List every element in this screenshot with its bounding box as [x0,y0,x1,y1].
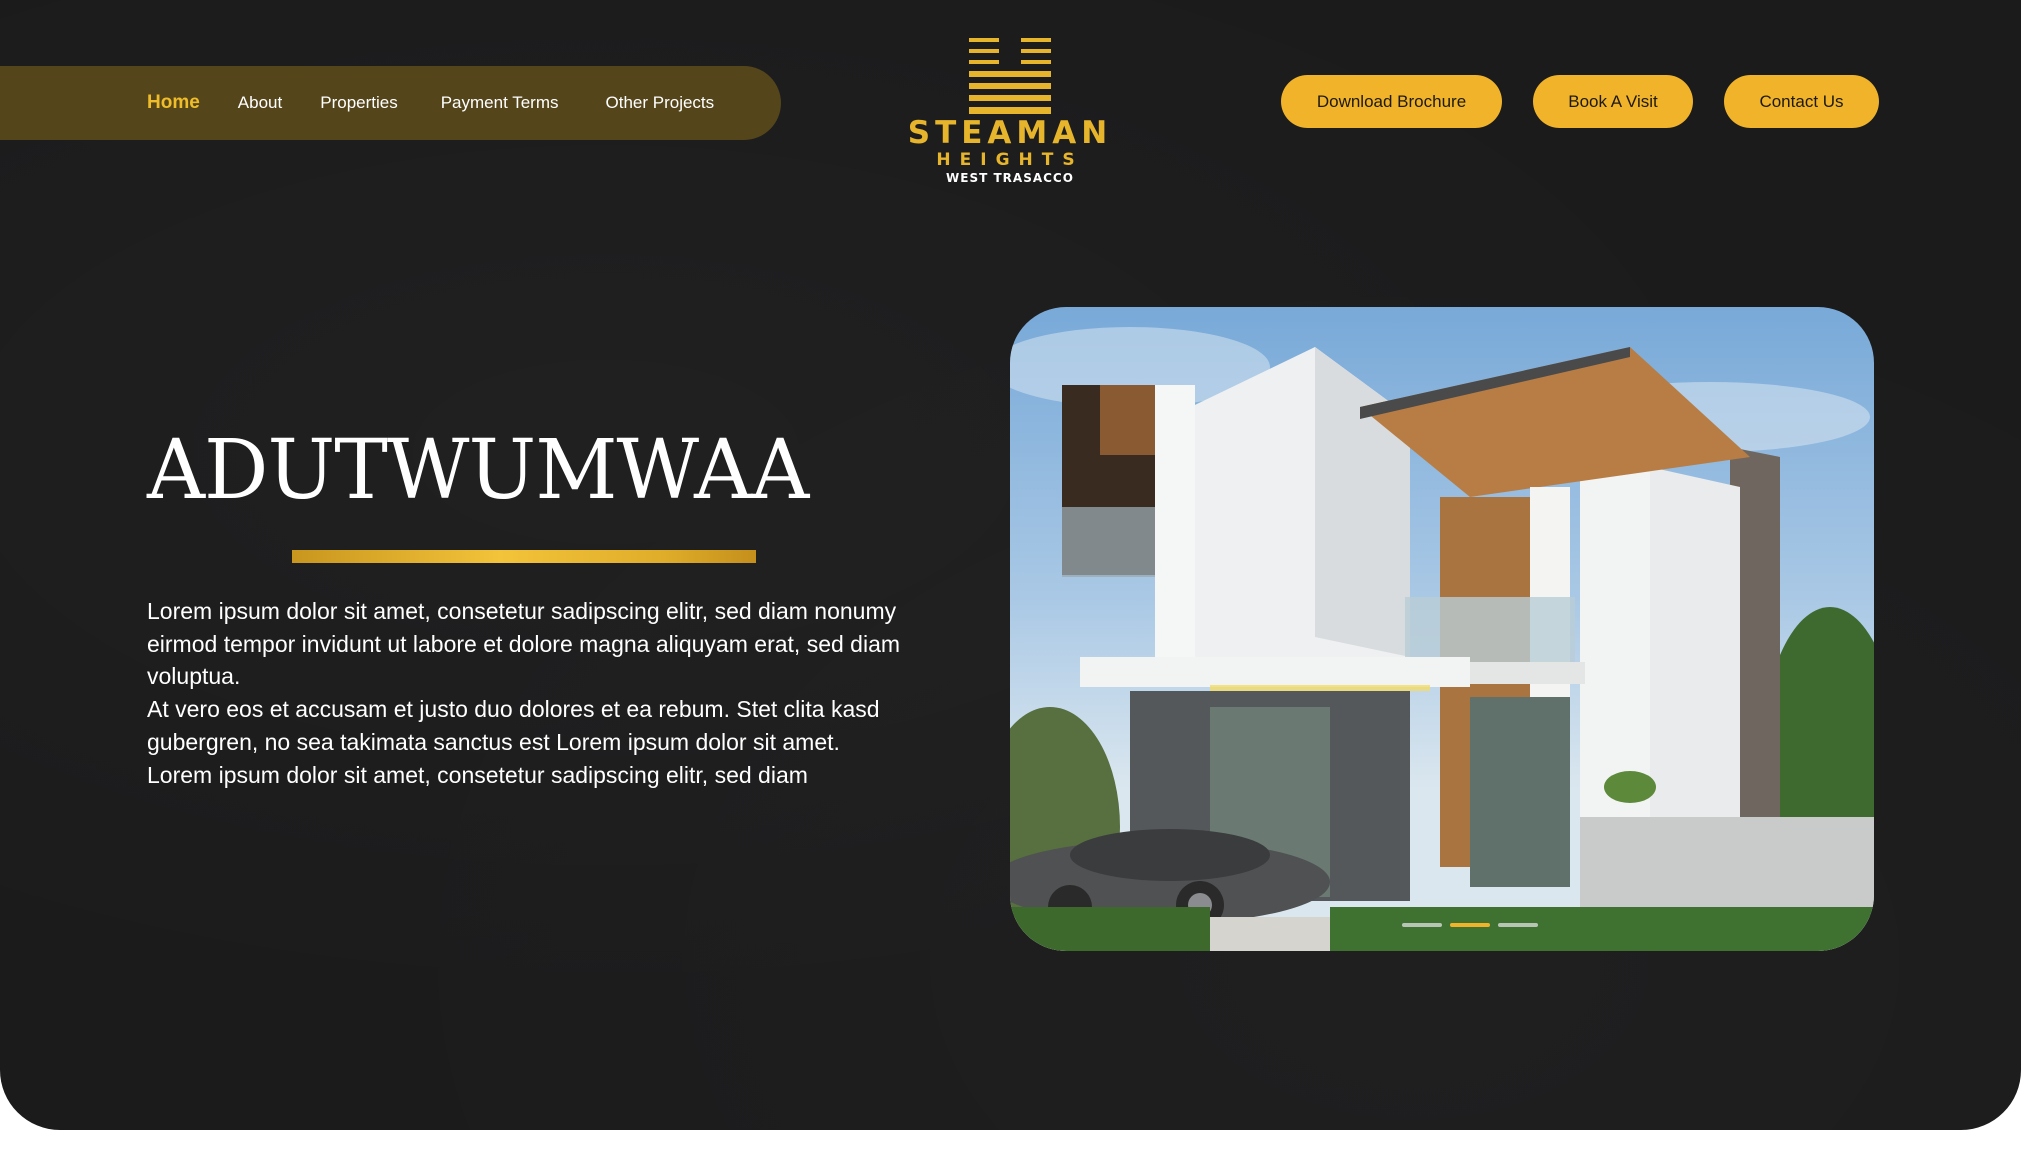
nav-item-other-projects[interactable]: Other Projects [606,93,715,113]
book-visit-button[interactable]: Book A Visit [1533,75,1693,128]
building-lines-icon [969,38,1051,114]
nav-item-properties[interactable]: Properties [320,93,397,113]
nav-item-payment-terms[interactable]: Payment Terms [441,93,559,113]
hero-paragraph: At vero eos et accusam et justo duo dolo… [147,696,880,788]
hero-title: ADUTWUMWAA [147,423,809,518]
logo-location: WEST TRASACCO [946,171,1074,185]
page: Home About Properties Payment Terms Othe… [0,0,2021,1130]
main-nav: Home About Properties Payment Terms Othe… [0,66,781,140]
hero-paragraph: Lorem ipsum dolor sit amet, consetetur s… [147,598,901,690]
house-rendering-image [1010,307,1874,951]
logo-subtitle: HEIGHTS [936,150,1084,170]
logo-title: STEAMAN [907,115,1113,151]
contact-us-button[interactable]: Contact Us [1724,75,1879,128]
carousel-dot-active[interactable] [1449,923,1490,927]
download-brochure-button[interactable]: Download Brochure [1281,75,1502,128]
title-underline [292,550,756,563]
hero-description: Lorem ipsum dolor sit amet, consetetur s… [147,595,907,791]
brand-logo[interactable]: STEAMAN HEIGHTS WEST TRASACCO [900,34,1120,194]
carousel-indicators [1010,923,1874,927]
nav-item-home[interactable]: Home [147,92,200,114]
carousel-dot[interactable] [1401,923,1442,927]
nav-item-about[interactable]: About [238,93,282,113]
carousel-dot[interactable] [1497,923,1538,927]
house-illustration [1010,327,1874,951]
